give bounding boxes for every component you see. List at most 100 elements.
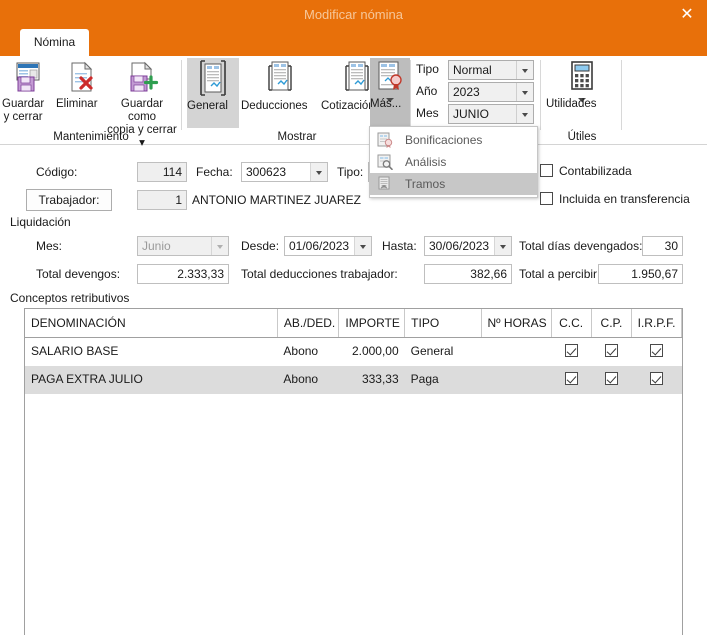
column-header-irpf[interactable]: I.R.P.F. (631, 309, 682, 338)
liquidacion-section-header: Liquidación (10, 215, 71, 229)
guardar-y-cerrar-button[interactable]: Guardar y cerrar (2, 58, 54, 123)
ribbon-tab-strip: Nómina (0, 29, 707, 56)
total-devengos-label: Total devengos: (36, 267, 121, 281)
eliminar-button[interactable]: Eliminar (56, 58, 106, 110)
guardar-como-copia-button[interactable]: Guardar como copia y cerrar ▾ (106, 58, 178, 149)
column-header-horas[interactable]: Nº HORAS (481, 309, 552, 338)
transferencia-checkbox[interactable]: Incluida en transferencia (540, 192, 690, 206)
ribbon-group-utiles: Utilidades Útiles (542, 56, 622, 145)
total-dias-field[interactable]: 30 (642, 236, 683, 256)
table-row[interactable]: SALARIO BASE Abono 2.000,00 General (25, 337, 682, 366)
cell-importe: 2.000,00 (338, 337, 405, 366)
conceptos-grid[interactable]: DENOMINACIÓN AB./DED. IMPORTE TIPO Nº HORAS C… (24, 308, 683, 635)
ribbon-mes-value: JUNIO (453, 107, 489, 121)
cell-horas (481, 337, 551, 366)
trabajador-button[interactable]: Trabajador: (26, 189, 112, 211)
mas-label: Más... (370, 98, 402, 110)
deducciones-label: Deducciones (241, 100, 308, 112)
ribbon-field-ano: Año 2023 (416, 82, 538, 102)
cell-irpf (631, 365, 682, 394)
cell-horas (481, 365, 551, 394)
deducciones-button[interactable]: Deducciones (241, 58, 319, 112)
column-header-cc[interactable]: C.C. (551, 309, 592, 338)
chevron-down-icon[interactable] (310, 163, 327, 181)
tab-nomina[interactable]: Nómina (20, 29, 89, 56)
checkbox-checked-icon[interactable] (564, 344, 578, 357)
ribbon-mes-select[interactable]: JUNIO (448, 104, 534, 124)
document-deductions-icon (241, 60, 319, 99)
hasta-value: 30/06/2023 (429, 239, 490, 253)
menu-item-bonificaciones[interactable]: Bonificaciones (370, 129, 537, 151)
utilidades-button[interactable]: Utilidades (546, 58, 618, 110)
ribbon-group-mantenimiento-label: Mantenimiento (53, 131, 129, 143)
mes-value: Junio (142, 239, 171, 253)
mes-field[interactable]: Junio (137, 236, 229, 256)
table-row-empty (25, 449, 682, 478)
chevron-down-icon[interactable] (516, 105, 533, 123)
hasta-field[interactable]: 30/06/2023 (424, 236, 512, 256)
ribbon-tipo-label: Tipo (416, 62, 439, 76)
ribbon-ano-select[interactable]: 2023 (448, 82, 534, 102)
checkbox-box (540, 164, 553, 177)
bonificaciones-icon (377, 132, 393, 148)
table-row-empty (25, 505, 682, 534)
checkbox-checked-icon[interactable] (650, 344, 664, 357)
ribbon-group-utiles-label: Útiles (567, 131, 597, 143)
analisis-icon (377, 154, 393, 171)
cell-tipo: Paga (404, 365, 482, 394)
column-header-importe[interactable]: IMPORTE (338, 309, 406, 338)
ribbon-tipo-select[interactable]: Normal (448, 60, 534, 80)
cell-cc (551, 365, 592, 394)
total-devengos-field[interactable]: 2.333,33 (137, 264, 229, 284)
table-row-empty (25, 561, 682, 590)
form-body: Código: 114 Fecha: 300623 Tipo: Contabil… (0, 145, 707, 635)
menu-item-tramos[interactable]: Tramos (370, 173, 537, 195)
trabajador-code-field[interactable]: 1 (137, 190, 187, 210)
general-label: General (187, 100, 228, 112)
ribbon-field-mes: Mes JUNIO (416, 104, 538, 124)
tramos-icon (377, 176, 393, 192)
column-header-tipo[interactable]: TIPO (404, 309, 482, 338)
table-row-empty (25, 533, 682, 562)
transferencia-label: Incluida en transferencia (559, 192, 690, 206)
save-icon (2, 60, 54, 97)
chevron-down-icon[interactable] (516, 83, 533, 101)
chevron-down-icon[interactable] (354, 237, 371, 255)
checkbox-checked-icon[interactable] (650, 372, 664, 385)
desde-field[interactable]: 01/06/2023 (284, 236, 372, 256)
cell-tipo: General (404, 337, 482, 366)
table-row-empty (25, 393, 682, 422)
fecha-field[interactable]: 300623 (241, 162, 328, 182)
menu-item-analisis[interactable]: Análisis (370, 151, 537, 173)
table-row-empty (25, 477, 682, 506)
codigo-field[interactable]: 114 (137, 162, 187, 182)
column-header-cp[interactable]: C.P. (591, 309, 633, 338)
chevron-down-icon[interactable] (211, 237, 228, 255)
checkbox-checked-icon[interactable] (604, 344, 618, 357)
total-percibir-field[interactable]: 1.950,67 (598, 264, 683, 284)
total-percibir-label: Total a percibir: (519, 267, 601, 281)
contabilizada-checkbox[interactable]: Contabilizada (540, 164, 632, 178)
chevron-down-icon[interactable] (516, 61, 533, 79)
calculator-icon (546, 60, 618, 97)
checkbox-checked-icon[interactable] (604, 372, 618, 385)
general-button[interactable]: General (187, 58, 239, 128)
trabajador-name: ANTONIO MARTINEZ JUAREZ (192, 193, 361, 207)
checkbox-checked-icon[interactable] (564, 372, 578, 385)
cell-cc (551, 337, 592, 366)
document-seal-icon (370, 60, 410, 97)
chevron-down-icon[interactable] (494, 237, 511, 255)
mas-button[interactable]: Más... (370, 58, 410, 132)
column-header-denominacion[interactable]: DENOMINACIÓN (25, 309, 278, 338)
guardar-y-cerrar-label: Guardar y cerrar (2, 98, 45, 123)
tipo-label: Tipo: (337, 165, 364, 179)
window-title: Modificar nómina (304, 7, 403, 22)
total-dias-label: Total días devengados: (519, 239, 643, 253)
checkbox-box (540, 192, 553, 205)
total-deducciones-field[interactable]: 382,66 (424, 264, 512, 284)
table-row-empty (25, 617, 682, 635)
save-copy-icon (106, 60, 178, 97)
close-icon[interactable]: ✕ (667, 0, 707, 29)
column-header-abded[interactable]: AB./DED. (277, 309, 340, 338)
table-row[interactable]: PAGA EXTRA JULIO Abono 333,33 Paga (25, 365, 682, 394)
